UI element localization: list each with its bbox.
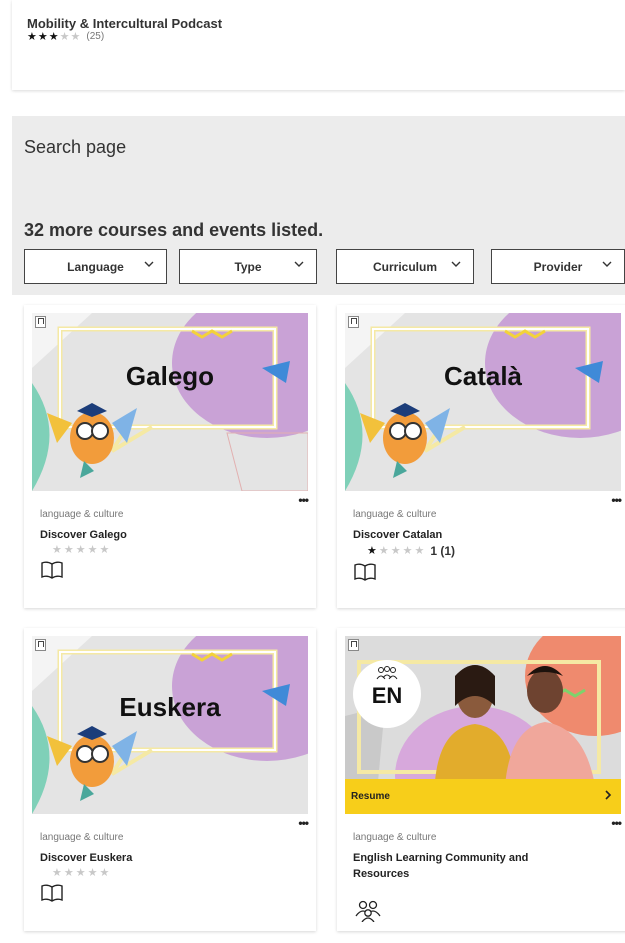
more-options-icon[interactable]: ••• [298, 816, 309, 830]
chevron-down-icon [294, 259, 304, 271]
star-icon: ★ [75, 544, 86, 556]
star-icon: ★ [48, 31, 59, 43]
resume-button[interactable]: Resume [345, 779, 621, 814]
chevron-down-icon [602, 259, 612, 271]
search-page-title: Search page [24, 137, 127, 157]
course-thumbnail[interactable]: Català [345, 313, 621, 491]
language-banner-image [32, 636, 308, 814]
people-icon [354, 900, 382, 927]
filter-label: Type [234, 259, 262, 274]
chevron-down-icon [144, 259, 154, 271]
course-rating: ★ ★ ★ ★ ★ 1 (1) [367, 544, 455, 558]
course-thumbnail[interactable]: Galego [32, 313, 308, 491]
thumbnail-language-label: Euskera [119, 692, 221, 722]
filter-curriculum[interactable]: Curriculum [336, 249, 474, 284]
star-icon: ★ [402, 545, 413, 557]
podcast-rating: ★ ★ ★ ★ ★ (25) [27, 31, 610, 43]
people-icon [376, 666, 398, 680]
results-count: 32 more courses and events listed. [24, 220, 324, 240]
course-title[interactable]: English Learning Community and Resources [353, 850, 583, 882]
course-card[interactable]: Galego ••• language & culture Discover G… [24, 305, 316, 608]
filter-label: Curriculum [372, 259, 437, 274]
bookmark-icon[interactable] [348, 639, 359, 651]
search-panel: Search page 32 more courses and events l… [12, 116, 625, 295]
book-icon [41, 561, 63, 584]
language-banner-image [32, 313, 308, 491]
star-icon: ★ [87, 544, 98, 556]
chevron-down-icon [451, 259, 461, 271]
star-icon: ★ [390, 545, 401, 557]
star-icon: ★ [414, 545, 425, 557]
more-options-icon[interactable]: ••• [611, 493, 622, 507]
thumbnail-language-label: Galego [125, 361, 215, 391]
course-thumbnail[interactable]: EN Resume [345, 636, 621, 814]
course-title[interactable]: Discover Galego [40, 527, 270, 543]
star-icon: ★ [75, 867, 86, 879]
star-icon: ★ [99, 867, 110, 879]
star-icon: ★ [87, 867, 98, 879]
resume-label: Resume [351, 791, 390, 802]
language-banner-image [345, 313, 621, 491]
filter-label: Provider [533, 259, 583, 274]
more-options-icon[interactable]: ••• [611, 816, 622, 830]
star-icon: ★ [378, 545, 389, 557]
star-icon: ★ [367, 545, 377, 557]
thumbnail-language-label: Català [443, 361, 523, 391]
book-icon [354, 563, 376, 586]
bookmark-icon[interactable] [35, 316, 46, 328]
course-thumbnail[interactable]: Euskera [32, 636, 308, 814]
star-icon: ★ [27, 31, 37, 43]
rating-count: (25) [86, 31, 105, 42]
filter-type[interactable]: Type [179, 249, 317, 284]
podcast-card[interactable]: Mobility & Intercultural Podcast ★ ★ ★ ★… [12, 0, 625, 90]
bookmark-icon[interactable] [35, 639, 46, 651]
course-rating: ★ ★ ★ ★ ★ [52, 544, 109, 556]
rating-value: 1 (1) [430, 544, 456, 558]
star-icon: ★ [52, 544, 62, 556]
course-category: language & culture [353, 832, 437, 843]
course-card[interactable]: Català ••• language & culture Discover C… [337, 305, 625, 608]
course-category: language & culture [40, 509, 124, 520]
course-category: language & culture [40, 832, 124, 843]
star-icon: ★ [63, 867, 74, 879]
filter-provider[interactable]: Provider [491, 249, 625, 284]
course-card[interactable]: EN Resume ••• language & culture English… [337, 628, 625, 931]
chevron-right-icon [604, 790, 612, 803]
course-category: language & culture [353, 509, 437, 520]
filter-language[interactable]: Language [24, 249, 167, 284]
podcast-title[interactable]: Mobility & Intercultural Podcast [27, 16, 610, 31]
course-card[interactable]: Euskera ••• language & culture Discover … [24, 628, 316, 931]
bookmark-icon[interactable] [348, 316, 359, 328]
star-icon: ★ [99, 544, 110, 556]
thumbnail-language-label: EN [371, 683, 403, 708]
course-rating: ★ ★ ★ ★ ★ [52, 867, 109, 879]
star-icon: ★ [70, 31, 81, 43]
star-icon: ★ [63, 544, 74, 556]
course-title[interactable]: Discover Euskera [40, 850, 270, 866]
community-badge: EN [353, 666, 421, 707]
more-options-icon[interactable]: ••• [298, 493, 309, 507]
course-title[interactable]: Discover Catalan [353, 527, 583, 543]
star-icon: ★ [52, 867, 62, 879]
filter-label: Language [67, 259, 124, 274]
book-icon [41, 884, 63, 907]
star-icon: ★ [59, 31, 70, 43]
star-icon: ★ [37, 31, 48, 43]
